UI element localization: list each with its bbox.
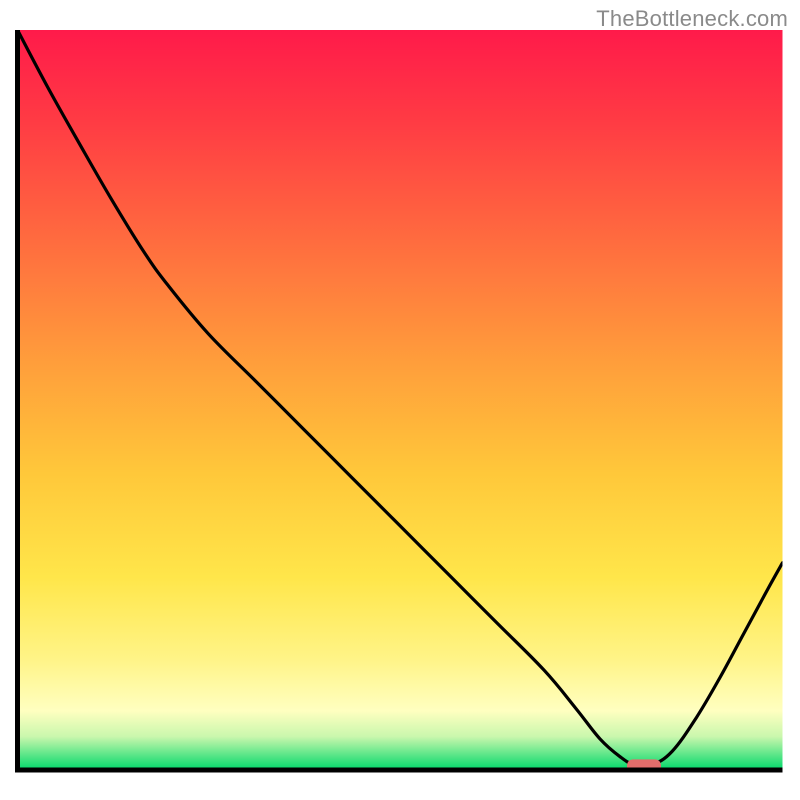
- watermark-text: TheBottleneck.com: [596, 6, 788, 32]
- chart-svg: [0, 0, 800, 800]
- bottleneck-chart: TheBottleneck.com: [0, 0, 800, 800]
- gradient-background: [18, 30, 783, 770]
